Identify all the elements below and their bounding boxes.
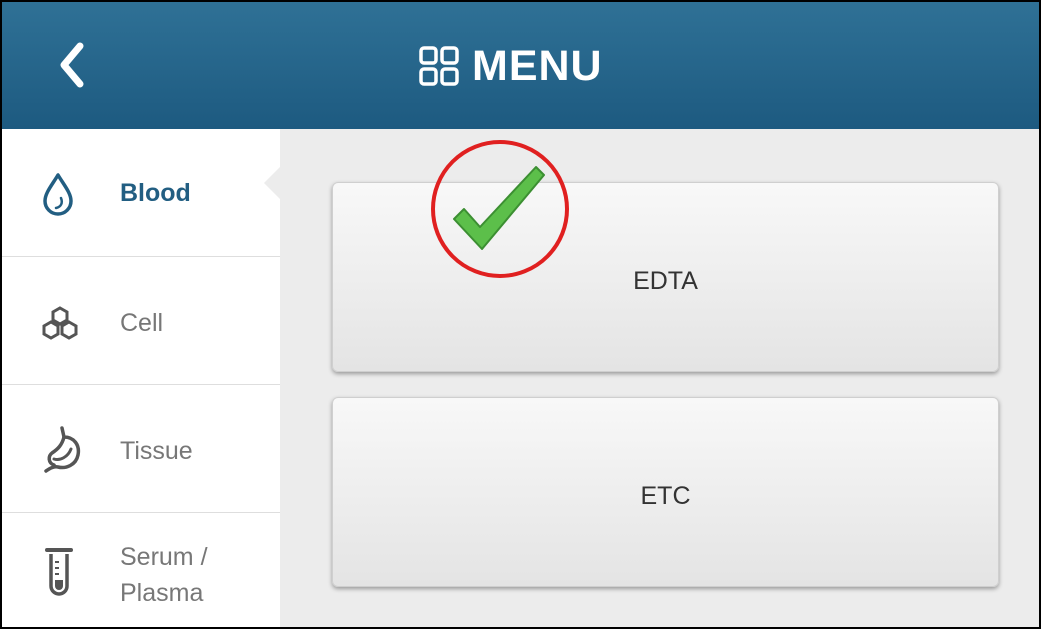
- annotation-graphic: [431, 140, 569, 278]
- selection-annotation: [428, 137, 573, 282]
- sidebar-item-tissue[interactable]: Tissue: [2, 385, 280, 513]
- back-button[interactable]: [48, 40, 98, 90]
- sidebar-item-cell[interactable]: Cell: [2, 257, 280, 385]
- checkmark-icon: [453, 166, 545, 250]
- sidebar-item-label-line2: Plasma: [120, 579, 204, 607]
- sidebar-item-label: Tissue: [120, 437, 193, 465]
- app-window: MENU Blood Cell Tissue Serum / Plasma ED…: [0, 0, 1041, 629]
- cells-icon: [42, 306, 78, 340]
- test-tube-icon: [45, 548, 73, 596]
- active-item-pointer: [264, 167, 280, 199]
- sidebar-item-blood[interactable]: Blood: [2, 129, 280, 257]
- top-bar: MENU: [2, 2, 1039, 129]
- sidebar-item-label: Blood: [120, 179, 191, 207]
- sidebar-item-label-line1: Serum /: [120, 543, 208, 571]
- sidebar-item-label: Cell: [120, 309, 164, 337]
- page-title: MENU: [418, 36, 603, 96]
- sidebar: Blood Cell Tissue Serum / Plasma: [2, 129, 280, 627]
- chevron-left-icon: [60, 42, 84, 88]
- sidebar-item-serum-plasma[interactable]: Serum / Plasma: [2, 513, 280, 627]
- grid-icon: [419, 46, 459, 86]
- drop-icon: [43, 173, 73, 216]
- page-title-text: MENU: [472, 41, 603, 90]
- stomach-icon: [44, 426, 81, 473]
- option-button-etc[interactable]: ETC: [332, 397, 999, 587]
- option-label: ETC: [640, 482, 691, 510]
